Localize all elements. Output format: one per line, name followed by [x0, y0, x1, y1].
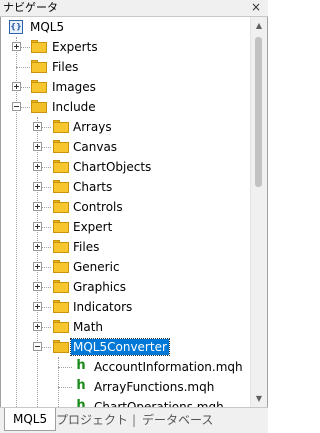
expand-icon[interactable] — [33, 282, 42, 291]
tree-item-array-functions[interactable]: h ArrayFunctions.mqh — [1, 377, 251, 397]
tree-item-account-information[interactable]: h AccountInformation.mqh — [1, 357, 251, 377]
vertical-scrollbar[interactable]: ▲ ▼ — [250, 17, 267, 407]
header-file-icon: h — [76, 378, 86, 393]
tree-item-images[interactable]: Images — [1, 77, 251, 97]
close-icon[interactable]: × — [251, 0, 261, 15]
tree-root-row[interactable]: {} MQL5 — [1, 17, 251, 37]
folder-icon — [53, 200, 69, 213]
scroll-thumb[interactable] — [255, 37, 262, 187]
tree-item-chartobjects[interactable]: ChartObjects — [1, 157, 251, 177]
header-file-icon: h — [76, 358, 86, 373]
folder-icon — [53, 180, 69, 193]
file-tree[interactable]: {} MQL5 Experts Files Images Include Arr… — [1, 17, 251, 407]
folder-icon — [53, 220, 69, 233]
tree-item-label: Files — [73, 240, 100, 254]
tree-item-label: Canvas — [73, 140, 118, 154]
expand-icon[interactable] — [33, 182, 42, 191]
bottom-tab-bar: MQL5 プロジェクト | データベース — [0, 407, 268, 433]
tree-item-experts[interactable]: Experts — [1, 37, 251, 57]
tree-item-label-selected: MQL5Converter — [70, 338, 170, 356]
expand-icon[interactable] — [33, 162, 42, 171]
tree-item-indicators[interactable]: Indicators — [1, 297, 251, 317]
tree-guide-branch — [58, 387, 72, 388]
scroll-down-icon[interactable]: ▼ — [251, 390, 267, 407]
tree-guide-branch — [16, 67, 30, 68]
navigator-title-bar: ナビゲータ × — [0, 0, 268, 17]
tree-item-include-files[interactable]: Files — [1, 237, 251, 257]
tab-mql5[interactable]: MQL5 — [4, 408, 57, 431]
tree-item-chart-operations[interactable]: h ChartOperations.mqh — [1, 397, 251, 407]
tree-item-label: Images — [52, 80, 96, 94]
folder-icon — [53, 140, 69, 153]
tree-item-label: Graphics — [73, 280, 126, 294]
tree-item-generic[interactable]: Generic — [1, 257, 251, 277]
tree-item-label: Indicators — [73, 300, 133, 314]
folder-icon — [53, 320, 69, 333]
expand-icon[interactable] — [12, 42, 21, 51]
scroll-up-icon[interactable]: ▲ — [251, 17, 267, 34]
window-title: ナビゲータ — [3, 1, 58, 14]
header-file-icon: h — [76, 398, 86, 407]
tab-project[interactable]: プロジェクト — [56, 411, 128, 429]
tree-item-label: Files — [52, 60, 79, 74]
tree-item-label: Charts — [73, 180, 113, 194]
folder-open-icon — [31, 100, 47, 113]
collapse-icon[interactable] — [33, 342, 42, 351]
tree-item-files[interactable]: Files — [1, 57, 251, 77]
navigator-panel: {} MQL5 Experts Files Images Include Arr… — [0, 17, 268, 407]
tree-item-expert[interactable]: Expert — [1, 217, 251, 237]
expand-icon[interactable] — [33, 202, 42, 211]
tree-item-label: Generic — [73, 260, 120, 274]
tree-item-canvas[interactable]: Canvas — [1, 137, 251, 157]
folder-icon — [31, 60, 47, 73]
folder-icon — [53, 160, 69, 173]
tree-item-mql5converter[interactable]: MQL5Converter — [1, 337, 251, 357]
tree-item-graphics[interactable]: Graphics — [1, 277, 251, 297]
folder-icon — [53, 260, 69, 273]
tree-item-label: Experts — [52, 40, 98, 54]
expand-icon[interactable] — [33, 122, 42, 131]
collapse-icon[interactable] — [12, 102, 21, 111]
tree-item-arrays[interactable]: Arrays — [1, 117, 251, 137]
tree-item-label: ChartObjects — [73, 160, 152, 174]
tab-separator: | — [132, 413, 137, 427]
tree-item-charts[interactable]: Charts — [1, 177, 251, 197]
folder-icon — [53, 300, 69, 313]
expand-icon[interactable] — [33, 262, 42, 271]
tree-item-label: AccountInformation.mqh — [94, 360, 243, 374]
folder-icon — [31, 80, 47, 93]
expand-icon[interactable] — [33, 302, 42, 311]
tree-guide-branch — [58, 367, 72, 368]
tree-item-label: ArrayFunctions.mqh — [94, 380, 215, 394]
tree-item-label: Include — [52, 100, 96, 114]
expand-icon[interactable] — [12, 82, 21, 91]
tree-item-label: Expert — [73, 220, 113, 234]
expand-icon[interactable] — [33, 242, 42, 251]
tree-item-include[interactable]: Include — [1, 97, 251, 117]
folder-open-icon — [53, 340, 69, 353]
folder-icon — [31, 40, 47, 53]
expand-icon[interactable] — [33, 222, 42, 231]
expand-icon[interactable] — [33, 322, 42, 331]
folder-icon — [53, 240, 69, 253]
tree-root-label: MQL5 — [30, 20, 65, 34]
folder-icon — [53, 280, 69, 293]
tree-item-math[interactable]: Math — [1, 317, 251, 337]
tree-item-label: ChartOperations.mqh — [94, 400, 224, 407]
tree-item-controls[interactable]: Controls — [1, 197, 251, 217]
mql5-root-icon: {} — [9, 20, 23, 34]
expand-icon[interactable] — [33, 142, 42, 151]
folder-icon — [53, 120, 69, 133]
tree-item-label: Math — [73, 320, 104, 334]
tab-database[interactable]: データベース — [142, 411, 213, 429]
tree-item-label: Controls — [73, 200, 123, 214]
tree-item-label: Arrays — [73, 120, 112, 134]
